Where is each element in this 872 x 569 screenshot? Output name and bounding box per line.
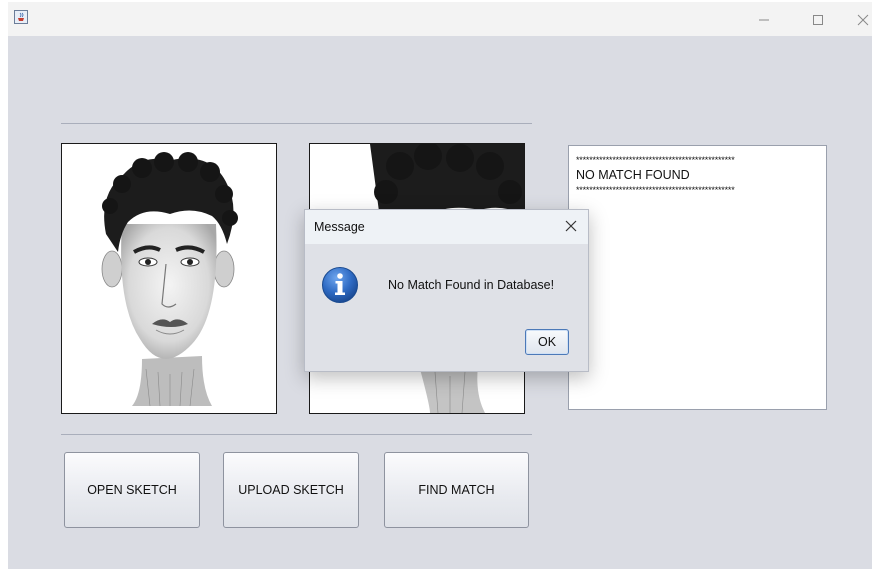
dialog-title: Message bbox=[314, 220, 365, 234]
app-window: ****************************************… bbox=[8, 2, 872, 569]
minimize-button[interactable] bbox=[744, 6, 784, 32]
result-message: NO MATCH FOUND bbox=[576, 168, 690, 182]
top-separator bbox=[61, 123, 532, 124]
result-text-area[interactable]: ****************************************… bbox=[568, 145, 827, 410]
information-icon bbox=[321, 266, 359, 308]
find-match-button[interactable]: FIND MATCH bbox=[384, 452, 529, 528]
close-icon bbox=[857, 14, 869, 26]
close-window-button[interactable] bbox=[843, 6, 872, 32]
open-sketch-button[interactable]: OPEN SKETCH bbox=[64, 452, 200, 528]
dialog-title-bar: Message bbox=[305, 210, 588, 244]
face-sketch-image bbox=[101, 152, 238, 407]
title-bar bbox=[8, 2, 872, 36]
result-separator-top: ****************************************… bbox=[576, 155, 735, 165]
maximize-button[interactable] bbox=[798, 6, 838, 32]
result-separator-bottom: ****************************************… bbox=[576, 185, 735, 195]
minimize-icon bbox=[759, 19, 769, 21]
message-dialog: Message No Match Found in Database! OK bbox=[304, 209, 589, 372]
dialog-close-button[interactable] bbox=[562, 217, 580, 235]
ok-button[interactable]: OK bbox=[525, 329, 569, 355]
sketch-image-panel bbox=[61, 143, 277, 414]
java-cup-icon[interactable] bbox=[14, 10, 28, 24]
bottom-separator bbox=[61, 434, 532, 435]
upload-sketch-button[interactable]: UPLOAD SKETCH bbox=[223, 452, 359, 528]
dialog-message: No Match Found in Database! bbox=[388, 278, 555, 292]
close-icon bbox=[565, 220, 577, 232]
maximize-icon bbox=[813, 15, 823, 25]
